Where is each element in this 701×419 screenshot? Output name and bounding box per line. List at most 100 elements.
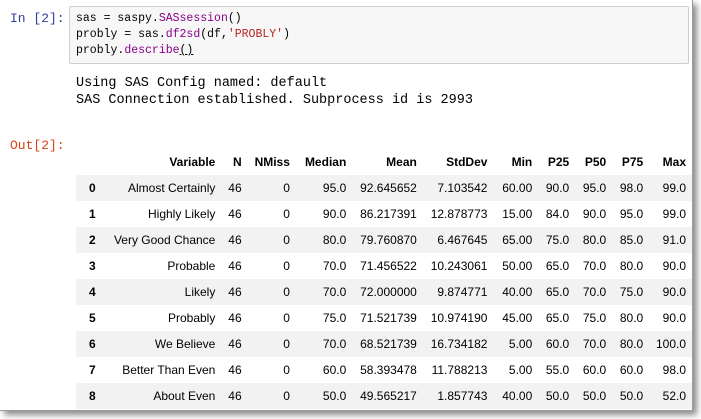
column-header: Variable — [169, 155, 216, 169]
table-row: 6 We Believe 46 0 70.0 68.521739 16.734182 5.00… — [76, 331, 692, 357]
table-cell: 70.0 — [575, 331, 613, 357]
table-cell: Highly Likely — [148, 207, 216, 221]
table-body: 0 Almost Certainly 46 0 95.0 92.645652 7.10354… — [76, 175, 692, 409]
table-cell: 50.00 — [502, 259, 533, 273]
table-cell: 70.0 — [322, 259, 347, 273]
table-cell: About Even — [107, 383, 222, 409]
table-cell: 50.0 — [575, 383, 613, 409]
table-cell: 99.0 — [662, 207, 686, 221]
table-cell: 98.0 — [662, 363, 686, 377]
table-cell: 6.467645 — [422, 227, 494, 253]
table-cell: 58.393478 — [360, 363, 417, 377]
table-cell: 75.0 — [612, 279, 650, 305]
table-cell: Better Than Even — [122, 363, 216, 377]
table-cell: 90.0 — [538, 175, 576, 201]
table-cell: 46 — [221, 279, 248, 305]
row-index: 8 — [76, 383, 108, 409]
table-cell: 65.0 — [545, 259, 570, 273]
row-index: 4 — [76, 279, 108, 305]
table-cell: 10.243061 — [430, 259, 488, 273]
table-cell: 65.0 — [538, 279, 576, 305]
table-cell: 50.0 — [612, 383, 650, 409]
table-cell: 75.0 — [322, 311, 347, 325]
table-cell: 90.0 — [582, 207, 607, 221]
column-header — [76, 149, 107, 175]
table-cell: 0 — [283, 207, 290, 221]
table-row: 0 Almost Certainly 46 0 95.0 92.645652 7.10354… — [76, 175, 692, 201]
row-index: 5 — [89, 311, 96, 325]
table-cell: 9.874771 — [422, 279, 494, 305]
table-cell: 5.00 — [493, 331, 539, 357]
table-cell: 46 — [221, 331, 248, 357]
table-cell: 70.0 — [295, 279, 353, 305]
input-cell[interactable]: In [2]: sas = saspy.SASsession() probly … — [0, 0, 692, 68]
column-header: Median — [304, 155, 347, 169]
table-cell: Likely — [107, 279, 222, 305]
stdout-output: Using SAS Config named: default SAS Conn… — [76, 75, 473, 109]
row-index: 3 — [89, 259, 96, 273]
row-index: 2 — [76, 227, 108, 253]
table-cell: 0 — [247, 383, 296, 409]
table-cell: 11.788213 — [431, 363, 488, 377]
table-cell: 5.00 — [508, 363, 533, 377]
table-cell: 85.0 — [612, 227, 650, 253]
table-cell: 84.0 — [545, 207, 570, 221]
table-row: 1 Highly Likely 46 0 90.0 86.217391 12.878773 1… — [76, 201, 692, 227]
table-row: 7 Better Than Even 46 0 60.0 58.393478 11.7882… — [76, 357, 692, 383]
table-cell: 99.0 — [649, 175, 692, 201]
column-header: P75 — [621, 155, 644, 169]
column-header: Mean — [386, 155, 417, 169]
table-cell: 72.000000 — [352, 279, 423, 305]
code-line-1: sas = saspy.SASsession() — [76, 12, 242, 25]
table-cell: 80.0 — [612, 331, 650, 357]
column-header: NMiss — [254, 155, 290, 169]
table-cell: 0 — [283, 259, 290, 273]
table-cell: 71.456522 — [360, 259, 417, 273]
table-cell: 46 — [221, 383, 248, 409]
column-header: P50 — [584, 155, 607, 169]
table-cell: 92.645652 — [352, 175, 423, 201]
row-index: 0 — [76, 175, 108, 201]
table-cell: 46 — [221, 175, 248, 201]
table-cell: 90.0 — [662, 311, 686, 325]
notebook-screenshot: In [2]: sas = saspy.SASsession() probly … — [0, 0, 693, 411]
table-cell: 90.0 — [662, 259, 686, 273]
column-header: StdDev — [446, 155, 488, 169]
table-cell: 95.0 — [575, 175, 613, 201]
column-header: P25 — [547, 155, 570, 169]
table-cell: 40.00 — [493, 383, 539, 409]
table-cell: 70.0 — [582, 259, 607, 273]
table-cell: Very Good Chance — [107, 227, 222, 253]
table-cell: 79.760870 — [352, 227, 423, 253]
table-cell: 60.0 — [322, 363, 347, 377]
table-cell: 1.857743 — [422, 383, 494, 409]
table-cell: 70.0 — [295, 331, 353, 357]
table-cell: 70.0 — [575, 279, 613, 305]
output-prompt: Out[2]: — [10, 138, 65, 153]
table-cell: 90.0 — [649, 279, 692, 305]
table-cell: 0 — [247, 279, 296, 305]
table-cell: 100.0 — [649, 331, 692, 357]
table-cell: 60.0 — [582, 363, 607, 377]
row-index: 1 — [89, 207, 96, 221]
table-row: 3 Probable 46 0 70.0 71.456522 10.243061 50.00 6… — [76, 253, 692, 279]
table-cell: 55.0 — [545, 363, 570, 377]
table-cell: 98.0 — [612, 175, 650, 201]
table-cell: 65.00 — [493, 227, 539, 253]
table-cell: 65.0 — [545, 311, 570, 325]
table-cell: 40.00 — [493, 279, 539, 305]
table-cell: 46 — [228, 259, 242, 273]
column-header: Min — [511, 155, 533, 169]
table-cell: 86.217391 — [360, 207, 417, 221]
table-cell: 0 — [283, 311, 290, 325]
table-cell: 80.0 — [575, 227, 613, 253]
table-cell: 75.0 — [538, 227, 576, 253]
table-cell: 16.734182 — [422, 331, 494, 357]
table-cell: 95.0 — [619, 207, 644, 221]
table-row: 5 Probably 46 0 75.0 71.521739 10.974190 45.00 6… — [76, 305, 692, 331]
column-header: Max — [662, 155, 686, 169]
code-editor[interactable]: sas = saspy.SASsession() probly = sas.df… — [69, 6, 689, 64]
stdout-line: SAS Connection established. Subprocess i… — [76, 93, 473, 108]
table-cell: Probably — [167, 311, 216, 325]
table-cell: 75.0 — [582, 311, 607, 325]
